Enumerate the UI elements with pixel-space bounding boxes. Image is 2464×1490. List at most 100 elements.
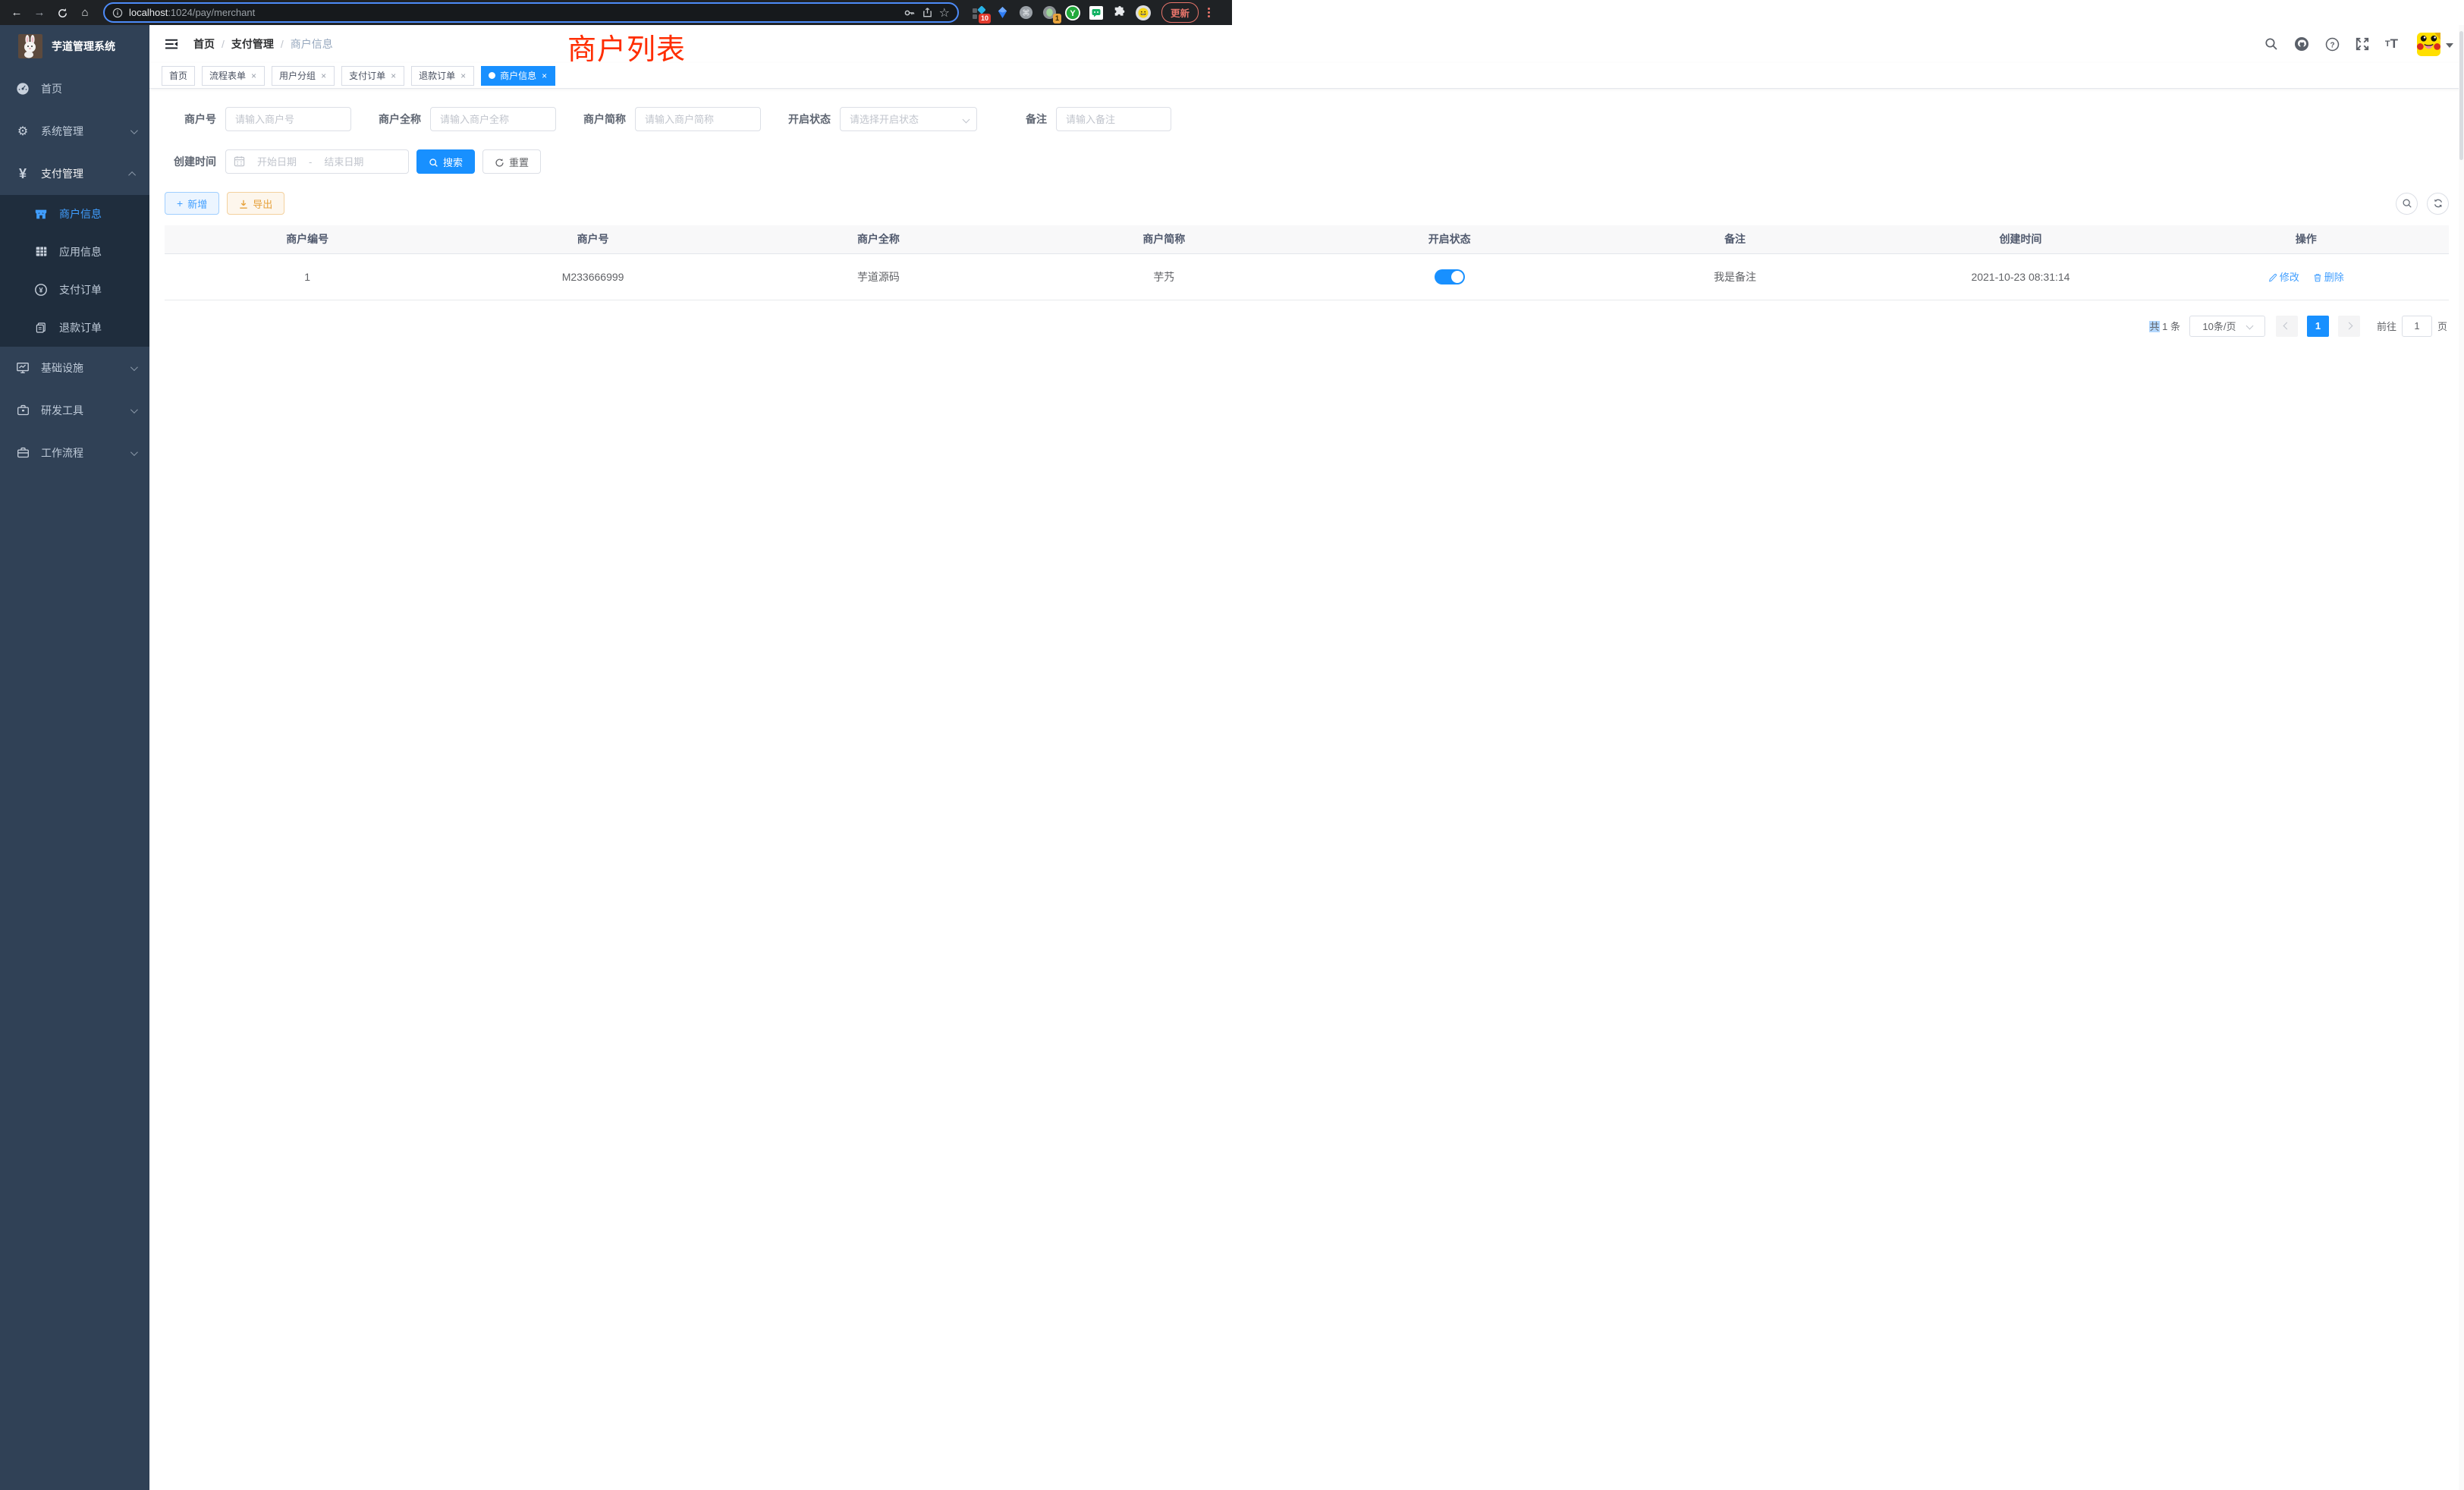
close-icon[interactable]: ×	[250, 71, 257, 80]
download-icon	[239, 197, 248, 209]
url-text[interactable]: localhost:1024/pay/merchant	[129, 7, 897, 18]
prev-page-button[interactable]	[2276, 316, 2298, 337]
svg-text:?: ?	[2330, 41, 2334, 49]
browser-back-icon[interactable]: ←	[8, 6, 26, 19]
close-icon[interactable]: ×	[320, 71, 327, 80]
extension-pin-icon[interactable]: 10	[971, 5, 986, 20]
close-icon[interactable]: ×	[390, 71, 397, 80]
add-button[interactable]: + 新增	[165, 192, 219, 215]
status-select[interactable]	[840, 107, 977, 131]
plus-icon: +	[177, 197, 183, 209]
close-icon[interactable]: ×	[541, 71, 548, 80]
scrollbar-thumb[interactable]	[2459, 31, 2463, 160]
page-size-select[interactable]: 10条/页	[2189, 316, 2265, 337]
navbar-actions: ? TT	[2264, 33, 2453, 56]
start-date-input[interactable]	[250, 156, 304, 168]
col-merchant-no: 商户号	[450, 225, 735, 253]
extensions-puzzle-icon[interactable]	[1112, 5, 1127, 20]
edit-link[interactable]: 修改	[2268, 269, 2299, 284]
extension-command-icon[interactable]: ⌘	[1018, 5, 1033, 20]
export-button[interactable]: 导出	[227, 192, 284, 215]
refresh-table-button[interactable]	[2427, 193, 2449, 215]
create-time-range-picker[interactable]: -	[225, 149, 409, 174]
sidebar-item-pay[interactable]: ¥ 支付管理	[0, 152, 149, 195]
breadcrumb-home[interactable]: 首页	[193, 36, 215, 52]
sidebar-item-merchant-info[interactable]: 商户信息	[0, 195, 149, 233]
col-full-name: 商户全称	[736, 225, 1021, 253]
sidebar-item-devtools[interactable]: 研发工具	[0, 389, 149, 432]
github-icon[interactable]	[2294, 36, 2309, 52]
app-logo	[18, 34, 42, 58]
breadcrumb-separator: /	[222, 38, 225, 50]
toggle-search-button[interactable]	[2396, 193, 2418, 215]
app-logo-row[interactable]: 芋道管理系统	[0, 25, 149, 68]
user-avatar-menu[interactable]	[2417, 33, 2453, 56]
breadcrumb-current: 商户信息	[291, 36, 333, 52]
font-size-icon[interactable]: TT	[2385, 36, 2398, 52]
sidebar-item-home[interactable]: 首页	[0, 68, 149, 110]
share-icon[interactable]	[922, 7, 933, 18]
tab-refund-order[interactable]: 退款订单×	[411, 66, 474, 86]
filter-label: 商户号	[165, 112, 216, 127]
sidebar-item-pay-order[interactable]: ¥ 支付订单	[0, 271, 149, 309]
tab-process-form[interactable]: 流程表单×	[202, 66, 265, 86]
caret-down-icon	[2446, 43, 2453, 48]
tab-home[interactable]: 首页	[162, 66, 195, 86]
chrome-update-button[interactable]: 更新	[1161, 2, 1199, 23]
extension-proxy-icon[interactable]: 1	[1042, 5, 1057, 20]
close-icon[interactable]: ×	[460, 71, 467, 80]
status-toggle[interactable]	[1435, 269, 1465, 284]
chevron-right-icon	[2346, 322, 2353, 330]
extension-chat-icon[interactable]	[1089, 5, 1104, 20]
chevron-up-icon	[128, 171, 136, 178]
merchant-no-input[interactable]	[225, 107, 351, 131]
chevron-down-icon	[130, 363, 138, 371]
sidebar-item-app-info[interactable]: 应用信息	[0, 233, 149, 271]
merchant-shortname-input[interactable]	[635, 107, 761, 131]
reset-button[interactable]: 重置	[482, 149, 541, 174]
browser-forward-icon[interactable]: →	[30, 6, 49, 19]
end-date-input[interactable]	[316, 156, 371, 168]
sidebar-item-system[interactable]: ⚙ 系统管理	[0, 110, 149, 152]
extension-yudao-icon[interactable]: Y	[1065, 5, 1080, 20]
tab-merchant-info[interactable]: 商户信息×	[481, 66, 555, 86]
table-row: 1 M233666999 芋道源码 芋艿 我是备注 2021-10-23 08:…	[165, 253, 2449, 300]
help-icon[interactable]: ?	[2325, 37, 2340, 52]
page-number-active[interactable]: 1	[2307, 316, 2329, 337]
browser-home-icon[interactable]: ⌂	[76, 6, 94, 19]
remark-input[interactable]	[1056, 107, 1171, 131]
tab-pay-order[interactable]: 支付订单×	[341, 66, 404, 86]
fullscreen-icon[interactable]	[2356, 37, 2369, 51]
extension-badge: 10	[979, 14, 991, 24]
browser-profile-avatar[interactable]	[1136, 5, 1151, 20]
address-bar[interactable]: localhost:1024/pay/merchant ☆	[103, 2, 959, 23]
filter-label: 商户全称	[369, 112, 421, 127]
header-search-icon[interactable]	[2264, 37, 2278, 51]
page-scrollbar[interactable]	[2459, 25, 2464, 1490]
chevron-down-icon	[130, 127, 138, 134]
active-dot	[489, 72, 495, 79]
extension-gem-icon[interactable]	[995, 5, 1010, 20]
gear-icon: ⚙	[15, 124, 30, 139]
yen-icon: ¥	[15, 166, 30, 182]
sidebar-item-workflow[interactable]: 工作流程	[0, 432, 149, 474]
goto-page-input[interactable]	[2402, 316, 2432, 337]
svg-text:¥: ¥	[39, 286, 42, 294]
password-key-icon[interactable]	[904, 7, 916, 19]
site-info-icon[interactable]	[112, 8, 123, 18]
browser-reload-icon[interactable]	[53, 6, 71, 19]
sidebar-collapse-icon[interactable]	[160, 38, 183, 50]
tab-user-group[interactable]: 用户分组×	[272, 66, 335, 86]
bookmark-star-icon[interactable]: ☆	[939, 5, 950, 20]
browser-toolbar: ← → ⌂ localhost:1024/pay/merchant ☆ 10 ⌘…	[0, 0, 1232, 25]
sidebar-item-refund-order[interactable]: 退款订单	[0, 309, 149, 347]
merchant-fullname-input[interactable]	[430, 107, 556, 131]
col-actions: 操作	[2164, 225, 2449, 253]
sidebar-item-infra[interactable]: 基础设施	[0, 347, 149, 389]
next-page-button[interactable]	[2338, 316, 2360, 337]
delete-link[interactable]: 删除	[2313, 269, 2344, 284]
search-button[interactable]: 搜索	[416, 149, 475, 174]
dashboard-icon	[15, 82, 30, 96]
browser-menu-icon[interactable]	[1208, 8, 1210, 17]
breadcrumb-pay[interactable]: 支付管理	[231, 36, 274, 52]
